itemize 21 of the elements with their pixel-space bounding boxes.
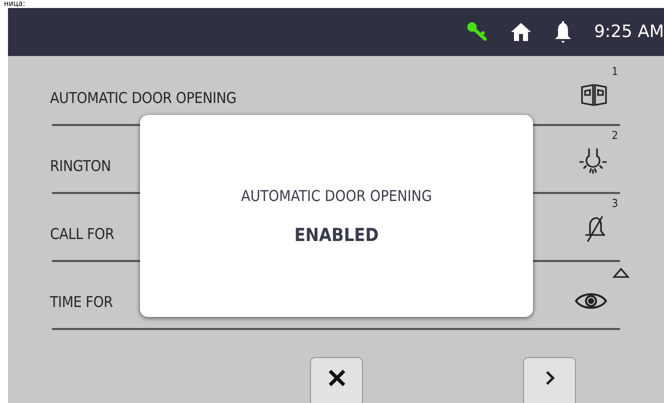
dialog-title: AUTOMATIC DOOR OPENING bbox=[241, 186, 432, 204]
key-icon bbox=[466, 21, 488, 43]
door-icon bbox=[580, 83, 608, 107]
chevron-right-icon bbox=[544, 370, 554, 386]
setting-label: TIME FOR bbox=[50, 293, 113, 311]
eye-icon bbox=[574, 291, 608, 311]
clock-time: 9:25 AM bbox=[594, 22, 664, 42]
badge-number: 1 bbox=[612, 65, 618, 78]
close-button[interactable] bbox=[310, 357, 363, 403]
caption-text: ница: bbox=[3, 0, 26, 8]
bell-icon bbox=[554, 20, 572, 44]
badge-number: 2 bbox=[612, 129, 618, 142]
setting-label: AUTOMATIC DOOR OPENING bbox=[50, 89, 236, 107]
home-icon bbox=[510, 22, 532, 42]
close-icon bbox=[328, 369, 346, 387]
badge-number: 3 bbox=[612, 197, 618, 210]
bulb-icon bbox=[578, 147, 608, 175]
triangle-icon bbox=[612, 267, 630, 279]
setting-label: RINGTON bbox=[50, 157, 111, 175]
setting-label: CALL FOR bbox=[50, 225, 114, 243]
dialog-status: ENABLED bbox=[294, 224, 379, 246]
